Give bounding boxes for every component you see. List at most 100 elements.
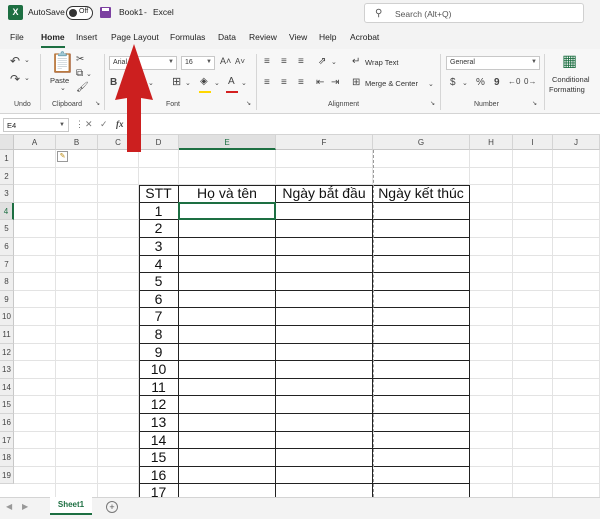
insert-function-icon[interactable]: fx bbox=[116, 119, 124, 129]
column-header-c[interactable]: C bbox=[98, 135, 139, 150]
table-cell[interactable] bbox=[373, 238, 470, 256]
row-header-8[interactable]: 8 bbox=[0, 273, 14, 291]
decrease-font-icon[interactable]: A˅ bbox=[235, 58, 245, 66]
align-left-icon[interactable]: ≡ bbox=[264, 78, 270, 88]
table-cell[interactable] bbox=[276, 290, 373, 309]
underline-dropdown-icon[interactable]: ⌄ bbox=[148, 80, 154, 87]
paste-icon[interactable]: 📋 bbox=[50, 53, 75, 73]
table-cell[interactable] bbox=[276, 202, 373, 221]
increase-indent-icon[interactable]: ⇥ bbox=[331, 78, 339, 88]
row-header-15[interactable]: 15 bbox=[0, 396, 14, 414]
wrap-text-icon[interactable]: ↵ bbox=[352, 57, 360, 67]
stt-cell[interactable]: 16 bbox=[139, 466, 179, 485]
table-cell[interactable] bbox=[179, 238, 276, 256]
tab-data[interactable]: Data bbox=[218, 32, 236, 42]
fill-color-icon[interactable]: ◈ bbox=[200, 77, 208, 87]
row-header-19[interactable]: 19 bbox=[0, 466, 14, 485]
table-cell[interactable] bbox=[373, 290, 470, 309]
table-cell[interactable] bbox=[373, 202, 470, 221]
autosave-toggle[interactable]: Off bbox=[66, 6, 93, 20]
table-cell[interactable] bbox=[179, 273, 276, 291]
borders-icon[interactable]: ⊞ bbox=[172, 77, 181, 88]
number-format-combo[interactable]: General ▼ bbox=[446, 56, 540, 70]
italic-icon[interactable]: I bbox=[124, 78, 127, 88]
align-bottom-icon[interactable]: ≡ bbox=[298, 57, 304, 67]
tab-review[interactable]: Review bbox=[249, 32, 277, 42]
table-cell[interactable] bbox=[276, 414, 373, 432]
stt-cell[interactable]: 10 bbox=[139, 361, 179, 379]
table-cell[interactable] bbox=[373, 343, 470, 362]
stt-cell[interactable]: 3 bbox=[139, 238, 179, 256]
table-header-cell[interactable]: Ngày kết thúc bbox=[373, 185, 470, 203]
merge-center-label[interactable]: Merge & Center bbox=[365, 79, 418, 88]
table-cell[interactable] bbox=[373, 466, 470, 485]
orientation-dropdown-icon[interactable]: ⌄ bbox=[331, 59, 337, 66]
merge-dropdown-icon[interactable]: ⌄ bbox=[428, 81, 434, 88]
font-size-combo[interactable]: 16 ▼ bbox=[181, 56, 215, 70]
table-cell[interactable] bbox=[179, 414, 276, 432]
table-cell[interactable] bbox=[373, 431, 470, 450]
table-cell[interactable] bbox=[276, 326, 373, 344]
tab-help[interactable]: Help bbox=[319, 32, 336, 42]
table-cell[interactable] bbox=[179, 431, 276, 450]
increase-decimal-icon[interactable]: ←0 bbox=[508, 78, 520, 86]
row-header-2[interactable]: 2 bbox=[0, 167, 14, 186]
table-cell[interactable] bbox=[373, 378, 470, 397]
row-header-9[interactable]: 9 bbox=[0, 290, 14, 309]
row-header-5[interactable]: 5 bbox=[0, 220, 14, 238]
row-header-17[interactable]: 17 bbox=[0, 431, 14, 450]
column-header-d[interactable]: D bbox=[139, 135, 179, 150]
formula-input[interactable] bbox=[132, 118, 598, 132]
stt-cell[interactable]: 12 bbox=[139, 396, 179, 414]
tab-page-layout[interactable]: Page Layout bbox=[111, 32, 159, 42]
font-name-combo[interactable]: Arial ▼ bbox=[109, 56, 177, 70]
row-header-4[interactable]: 4 bbox=[0, 202, 14, 221]
tab-view[interactable]: View bbox=[289, 32, 307, 42]
select-all-corner[interactable] bbox=[0, 135, 14, 150]
font-color-dropdown-icon[interactable]: ⌄ bbox=[241, 80, 247, 87]
table-cell[interactable] bbox=[179, 378, 276, 397]
stt-cell[interactable]: 2 bbox=[139, 220, 179, 238]
conditional-formatting-icon[interactable]: ▦ bbox=[562, 54, 577, 70]
stt-cell[interactable]: 9 bbox=[139, 343, 179, 362]
column-header-i[interactable]: I bbox=[513, 135, 553, 150]
table-cell[interactable] bbox=[179, 326, 276, 344]
table-header-cell[interactable]: Ngày bắt đầu bbox=[276, 185, 373, 203]
table-cell[interactable] bbox=[179, 484, 276, 497]
table-cell[interactable] bbox=[276, 343, 373, 362]
column-header-b[interactable]: B bbox=[56, 135, 98, 150]
row-header-11[interactable]: 11 bbox=[0, 326, 14, 344]
stt-cell[interactable]: 8 bbox=[139, 326, 179, 344]
tab-insert[interactable]: Insert bbox=[76, 32, 97, 42]
row-header-18[interactable]: 18 bbox=[0, 449, 14, 467]
underline-icon[interactable]: U bbox=[136, 78, 143, 88]
paste-label[interactable]: Paste bbox=[50, 76, 69, 85]
row-header-14[interactable]: 14 bbox=[0, 378, 14, 397]
cut-icon[interactable]: ✂ bbox=[76, 55, 84, 65]
tab-file[interactable]: File bbox=[10, 32, 24, 42]
row-header-13[interactable]: 13 bbox=[0, 361, 14, 379]
column-header-h[interactable]: H bbox=[470, 135, 513, 150]
wrap-text-label[interactable]: Wrap Text bbox=[365, 58, 399, 67]
row-header-10[interactable]: 10 bbox=[0, 308, 14, 326]
active-cell-e4[interactable] bbox=[178, 201, 276, 221]
tab-formulas[interactable]: Formulas bbox=[170, 32, 205, 42]
table-cell[interactable] bbox=[276, 273, 373, 291]
copy-dropdown-icon[interactable]: ⌄ bbox=[86, 71, 92, 78]
add-sheet-icon[interactable]: + bbox=[106, 501, 118, 513]
stt-cell[interactable]: 17 bbox=[139, 484, 179, 497]
row-header-1[interactable]: 1 bbox=[0, 150, 14, 168]
table-cell[interactable] bbox=[373, 326, 470, 344]
column-header-a[interactable]: A bbox=[14, 135, 56, 150]
currency-icon[interactable]: $ bbox=[450, 78, 456, 88]
table-cell[interactable] bbox=[276, 255, 373, 274]
stt-cell[interactable]: 4 bbox=[139, 255, 179, 274]
copy-icon[interactable]: ⧉ bbox=[76, 69, 83, 79]
table-cell[interactable] bbox=[373, 308, 470, 326]
stt-cell[interactable]: 11 bbox=[139, 378, 179, 397]
tab-home[interactable]: Home bbox=[41, 32, 65, 42]
row-header-3[interactable]: 3 bbox=[0, 185, 14, 203]
paste-options-icon[interactable]: ✎ bbox=[57, 151, 68, 162]
table-cell[interactable] bbox=[373, 361, 470, 379]
table-cell[interactable] bbox=[373, 220, 470, 238]
